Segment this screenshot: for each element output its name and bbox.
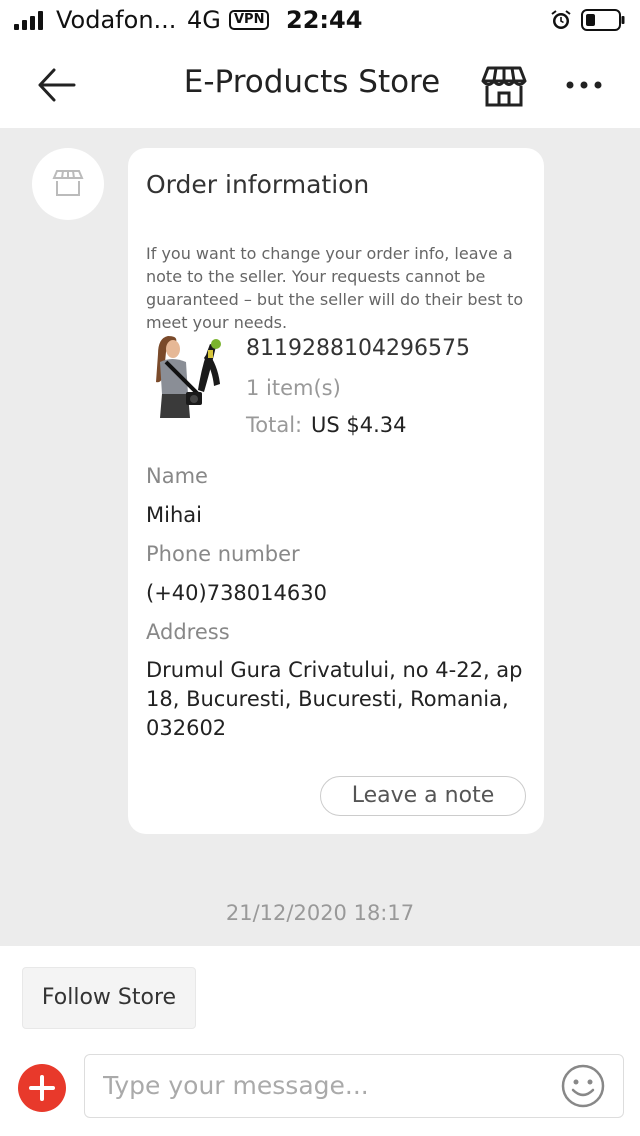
- product-thumbnail[interactable]: [146, 332, 230, 420]
- order-information-card: Order information If you want to change …: [128, 148, 544, 834]
- message-timestamp: 21/12/2020 18:17: [225, 901, 415, 925]
- store-avatar[interactable]: [32, 148, 104, 220]
- total-label: Total:: [246, 413, 303, 437]
- back-arrow-icon[interactable]: [34, 64, 80, 106]
- address-value: Drumul Gura Crivatului, no 4-22, ap 18, …: [146, 658, 523, 740]
- status-time: 22:44: [286, 6, 363, 34]
- chat-area[interactable]: Order information If you want to change …: [0, 128, 640, 946]
- phone-label: Phone number: [146, 542, 300, 566]
- name-label: Name: [146, 464, 208, 488]
- follow-store-button[interactable]: Follow Store: [22, 967, 196, 1029]
- message-input-box[interactable]: [84, 1054, 624, 1118]
- name-value: Mihai: [146, 503, 202, 527]
- store-name-title: E-Products Store: [183, 64, 441, 100]
- emoji-smiley-icon[interactable]: [560, 1063, 606, 1109]
- battery-icon: [581, 9, 625, 31]
- carrier-name: Vodafon...: [56, 6, 177, 34]
- store-avatar-icon: [52, 170, 84, 196]
- card-title: Order information: [146, 170, 370, 199]
- add-attachment-button[interactable]: [18, 1064, 66, 1112]
- address-label: Address: [146, 620, 230, 644]
- item-count: 1 item(s): [246, 376, 341, 400]
- leave-note-button[interactable]: Leave a note: [320, 776, 526, 816]
- total-value: US $4.34: [311, 413, 407, 437]
- status-bar: Vodafon... 4G VPN 22:44: [0, 0, 640, 42]
- message-input[interactable]: [103, 1063, 543, 1107]
- network-type: 4G: [187, 6, 221, 34]
- more-dots-icon[interactable]: [562, 72, 606, 98]
- plus-icon: [29, 1075, 55, 1101]
- chat-header: E-Products Store: [0, 42, 640, 128]
- alarm-clock-icon: [551, 10, 571, 29]
- composer-area: Follow Store: [0, 946, 640, 1136]
- storefront-icon[interactable]: [480, 64, 528, 108]
- signal-strength-icon: [14, 10, 48, 30]
- vpn-badge: VPN: [229, 10, 270, 30]
- phone-value: (+40)738014630: [146, 581, 327, 605]
- card-description: If you want to change your order info, l…: [146, 244, 524, 332]
- order-number: 8119288104296575: [246, 336, 470, 361]
